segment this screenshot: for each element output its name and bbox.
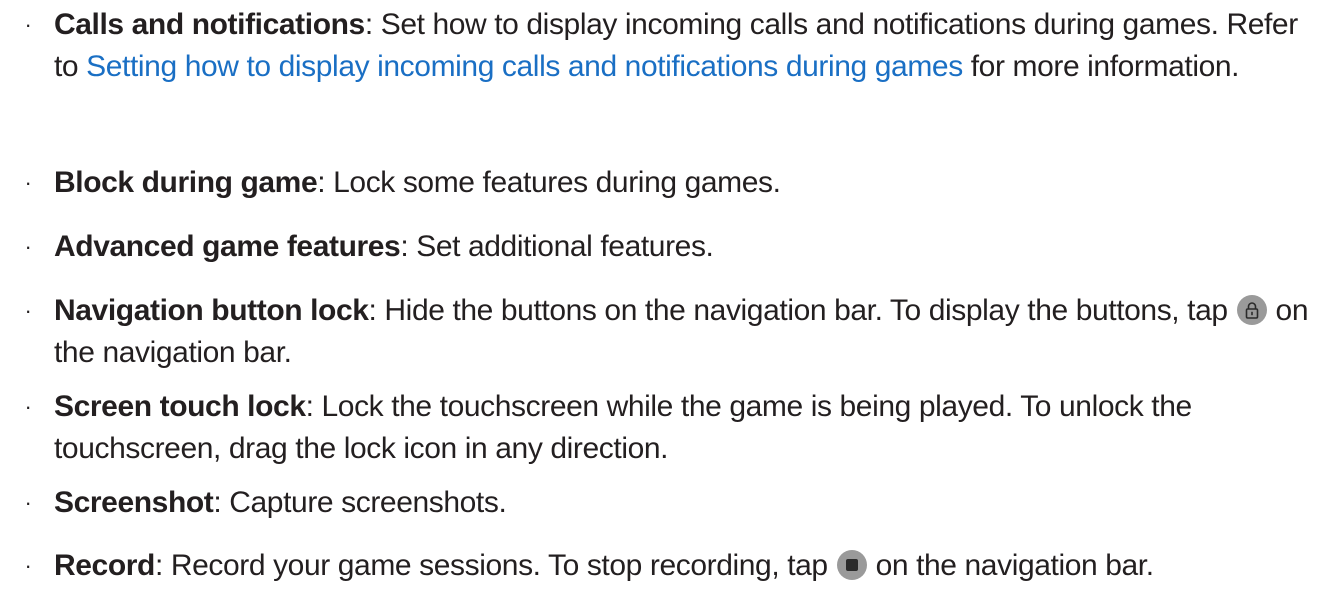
- item-text: : Capture screenshots.: [213, 486, 507, 519]
- item-term: Screenshot: [54, 486, 214, 519]
- list-item-screen-touch-lock: · Screen touch lock: Lock the touchscree…: [0, 386, 1322, 470]
- bullet: ·: [24, 298, 32, 323]
- bullet: ·: [24, 234, 32, 259]
- stop-icon: [836, 550, 867, 580]
- bullet: ·: [24, 170, 32, 195]
- bullet: ·: [24, 490, 32, 515]
- item-text: : Lock some features during games.: [317, 166, 781, 199]
- item-term: Calls and notifications: [54, 8, 365, 41]
- item-term: Block during game: [54, 166, 318, 199]
- item-term: Navigation button lock: [54, 294, 369, 327]
- bullet: ·: [24, 12, 32, 37]
- stop-square: [845, 559, 858, 571]
- item-text-after-icon: on the navigation bar.: [867, 549, 1155, 582]
- list-item-advanced-game-features: · Advanced game features: Set additional…: [0, 226, 714, 268]
- item-text: : Set additional features.: [400, 230, 714, 263]
- bullet: ·: [24, 553, 32, 578]
- lock-icon: [1236, 295, 1267, 325]
- list-item-navigation-button-lock: · Navigation button lock: Hide the butto…: [0, 290, 1322, 374]
- item-term: Screen touch lock: [54, 390, 306, 423]
- bullet: ·: [24, 394, 32, 419]
- item-text: : Hide the buttons on the navigation bar…: [368, 294, 1236, 327]
- item-term: Advanced game features: [54, 230, 401, 263]
- settings-link[interactable]: Setting how to display incoming calls an…: [86, 50, 963, 83]
- list-item-block-during-game: · Block during game: Lock some features …: [0, 162, 781, 204]
- item-term: Record: [54, 549, 155, 582]
- item-text-after-link: for more information.: [962, 50, 1240, 83]
- list-item-screenshot: · Screenshot: Capture screenshots.: [0, 482, 507, 524]
- item-text: : Record your game sessions. To stop rec…: [154, 549, 836, 582]
- list-item-record: · Record: Record your game sessions. To …: [0, 545, 1155, 587]
- list-item-calls-and-notifications: · Calls and notifications: Set how to di…: [0, 4, 1322, 88]
